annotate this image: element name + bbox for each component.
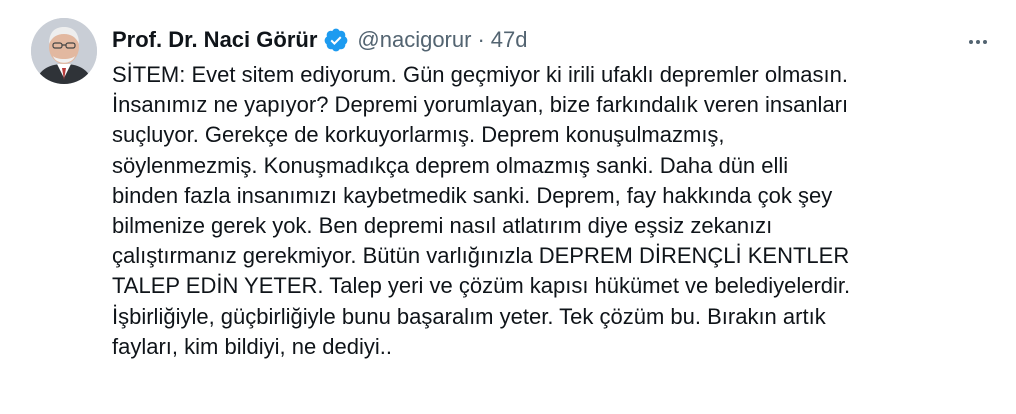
tweet-time[interactable]: 47d [491, 24, 528, 56]
avatar[interactable] [31, 18, 97, 84]
tweet-content: Prof. Dr. Naci Görür @nacigorur · 47d Sİ… [112, 24, 996, 362]
tweet-text: SİTEM: Evet sitem ediyorum. Gün geçmiyor… [112, 62, 851, 359]
author-handle[interactable]: @nacigorur [357, 24, 471, 56]
tweet-card: Prof. Dr. Naci Görür @nacigorur · 47d Sİ… [0, 0, 1016, 414]
avatar-image [31, 18, 97, 84]
author-name[interactable]: Prof. Dr. Naci Görür [112, 24, 317, 56]
separator-dot: · [477, 27, 485, 52]
tweet-header: Prof. Dr. Naci Görür @nacigorur · 47d [112, 24, 996, 56]
more-horizontal-icon[interactable] [958, 30, 998, 54]
verified-badge-icon[interactable] [323, 27, 349, 53]
